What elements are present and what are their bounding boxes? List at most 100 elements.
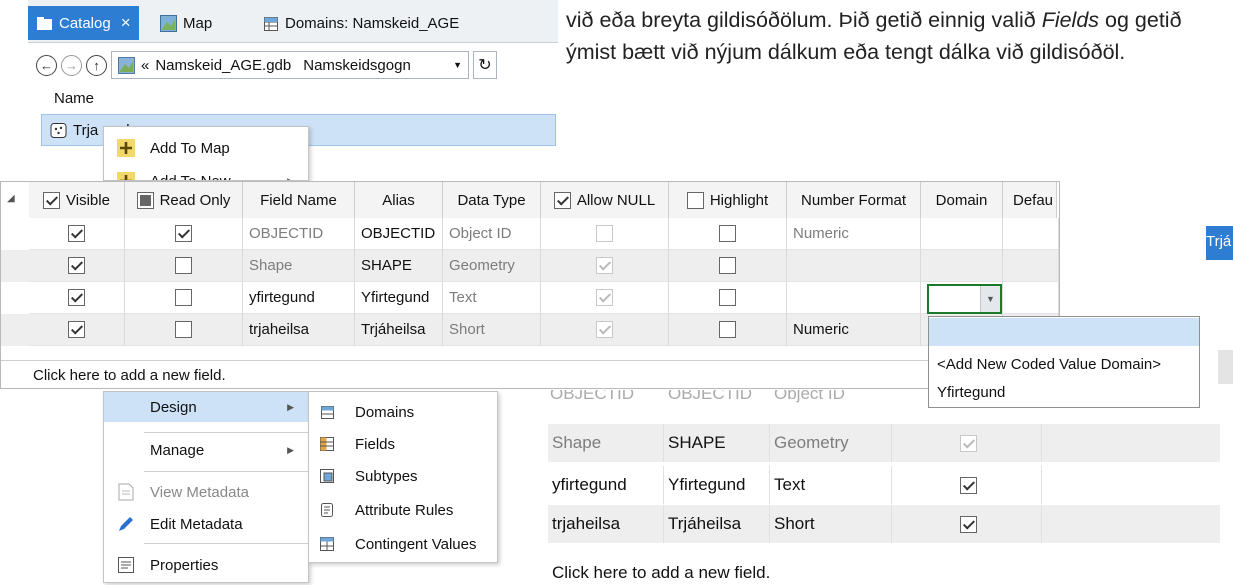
geodatabase-icon (118, 56, 135, 74)
column-header-data-type[interactable]: Data Type (443, 182, 541, 218)
cell-number-format[interactable]: Numeric (787, 314, 921, 346)
path-gdb[interactable]: Namskeid_AGE.gdb (155, 57, 291, 74)
domain-option-empty[interactable] (929, 318, 1199, 346)
cell-alias[interactable]: SHAPE (355, 250, 443, 282)
table-row[interactable]: Shape SHAPE Geometry (1, 250, 1059, 282)
cell-field-name[interactable]: yfirtegund (243, 282, 355, 314)
cell-data-type[interactable]: Object ID (443, 218, 541, 250)
cell-number-format[interactable] (787, 250, 921, 282)
column-label: Highlight (709, 191, 769, 209)
cell-visible[interactable] (29, 282, 125, 314)
path-folder[interactable]: Namskeidsgogn (303, 57, 411, 74)
tab-map[interactable]: Map (152, 6, 220, 40)
cell-data-type[interactable]: Short (443, 314, 541, 346)
column-header-field-name[interactable]: Field Name (243, 182, 355, 218)
up-icon[interactable]: ↑ (86, 54, 107, 76)
paragraph-italic-fields: Fields (1041, 8, 1100, 32)
tab-domains[interactable]: Domains: Namskeid_AGE (254, 6, 467, 40)
column-header-alias[interactable]: Alias (355, 182, 443, 218)
cell-allow-null[interactable] (541, 314, 669, 346)
cell-default[interactable] (1003, 218, 1059, 250)
bg-add-field-link[interactable]: Click here to add a new field. (552, 563, 770, 583)
column-header-number-format[interactable]: Number Format (787, 182, 921, 218)
cell-alias[interactable]: Yfirtegund (355, 282, 443, 314)
submenu-item-contingent-values[interactable]: Contingent Values (309, 526, 497, 562)
column-label: Data Type (457, 191, 526, 209)
cell-highlight[interactable] (669, 282, 787, 314)
bg-table-row[interactable]: yfirtegund Yfirtegund Text (548, 466, 1220, 504)
bg-row-allow-null[interactable] (892, 466, 1042, 504)
chevron-down-icon[interactable]: ▼ (980, 286, 1000, 312)
name-column-header[interactable]: Name (54, 90, 94, 107)
menu-item-add-to-new[interactable]: Add To New ▶ (104, 163, 308, 180)
cell-highlight[interactable] (669, 314, 787, 346)
column-header-highlight[interactable]: Highlight (669, 182, 787, 218)
cell-domain[interactable] (921, 218, 1003, 250)
cell-read-only[interactable] (125, 218, 243, 250)
cell-allow-null[interactable] (541, 218, 669, 250)
bg-table-row[interactable]: Shape SHAPE Geometry (548, 424, 1220, 462)
bg-row-alias: OBJECTID (668, 390, 753, 403)
cell-alias[interactable]: Trjáheilsa (355, 314, 443, 346)
cell-data-type[interactable]: Text (443, 282, 541, 314)
domain-combo-box[interactable]: ▼ (927, 284, 1002, 314)
cell-read-only[interactable] (125, 282, 243, 314)
column-header-default[interactable]: Defau (1003, 182, 1057, 218)
table-row[interactable]: OBJECTID OBJECTID Object ID Numeric (1, 218, 1059, 250)
bg-row-datatype: Object ID (774, 390, 845, 403)
cell-data-type[interactable]: Geometry (443, 250, 541, 282)
add-icon (116, 171, 136, 180)
submenu-item-subtypes[interactable]: Subtypes (309, 458, 497, 494)
cell-highlight[interactable] (669, 218, 787, 250)
cell-domain[interactable] (921, 250, 1003, 282)
cell-read-only[interactable] (125, 250, 243, 282)
submenu-item-domains[interactable]: Domains (309, 394, 497, 430)
cell-allow-null[interactable] (541, 250, 669, 282)
column-header-read-only[interactable]: Read Only (125, 182, 243, 218)
cell-number-format[interactable]: Numeric (787, 218, 921, 250)
cell-field-name[interactable]: trjaheilsa (243, 314, 355, 346)
cell-field-name[interactable]: OBJECTID (243, 218, 355, 250)
menu-item-view-metadata[interactable]: View Metadata (104, 474, 308, 510)
menu-item-design[interactable]: Design ▶ (104, 392, 308, 422)
cell-allow-null[interactable] (541, 282, 669, 314)
back-icon[interactable]: ← (36, 54, 57, 76)
grid-spacer (1, 346, 1059, 360)
cell-alias[interactable]: OBJECTID (355, 218, 443, 250)
cell-default[interactable] (1003, 282, 1059, 314)
chevron-down-icon[interactable]: ▼ (453, 60, 462, 70)
cell-visible[interactable] (29, 314, 125, 346)
table-row[interactable]: yfirtegund Yfirtegund Text (1, 282, 1059, 314)
cell-number-format[interactable] (787, 282, 921, 314)
tab-catalog[interactable]: Catalog × (28, 6, 139, 40)
menu-item-manage[interactable]: Manage ▶ (104, 432, 308, 468)
table-row[interactable]: trjaheilsa Trjáheilsa Short Numeric (1, 314, 1059, 346)
domain-option-add-new[interactable]: <Add New Coded Value Domain> (929, 350, 1199, 378)
add-field-link[interactable]: Click here to add a new field. (1, 360, 1059, 390)
forward-icon[interactable]: → (61, 54, 82, 76)
close-icon[interactable]: × (121, 13, 131, 33)
cell-highlight[interactable] (669, 250, 787, 282)
bg-side-tab[interactable]: Trjá (1206, 226, 1233, 260)
column-header-visible[interactable]: Visible (29, 182, 125, 218)
menu-item-edit-metadata[interactable]: Edit Metadata (104, 506, 308, 542)
bg-row-allow-null[interactable] (892, 505, 1042, 543)
menu-item-properties[interactable]: Properties (104, 547, 308, 583)
bg-row-allow-null[interactable] (892, 424, 1042, 462)
submenu-item-fields[interactable]: Fields (309, 426, 497, 462)
refresh-icon[interactable]: ↻ (473, 51, 497, 79)
cell-read-only[interactable] (125, 314, 243, 346)
cell-field-name[interactable]: Shape (243, 250, 355, 282)
submenu-item-attribute-rules[interactable]: Attribute Rules (309, 492, 497, 528)
domain-option-yfirtegund[interactable]: Yfirtegund (929, 378, 1199, 406)
cell-default[interactable] (1003, 250, 1059, 282)
menu-item-label: View Metadata (150, 483, 249, 501)
column-header-domain[interactable]: Domain (921, 182, 1003, 218)
column-header-allow-null[interactable]: Allow NULL (541, 182, 669, 218)
collapse-triangle-icon[interactable]: ◢ (7, 193, 15, 204)
bg-table-row[interactable]: trjaheilsa Trjáheilsa Short (548, 505, 1220, 543)
cell-visible[interactable] (29, 218, 125, 250)
catalog-path-box[interactable]: « Namskeid_AGE.gdb Namskeidsgogn ▼ (111, 51, 469, 79)
cell-visible[interactable] (29, 250, 125, 282)
menu-item-add-to-map[interactable]: Add To Map (104, 130, 308, 166)
